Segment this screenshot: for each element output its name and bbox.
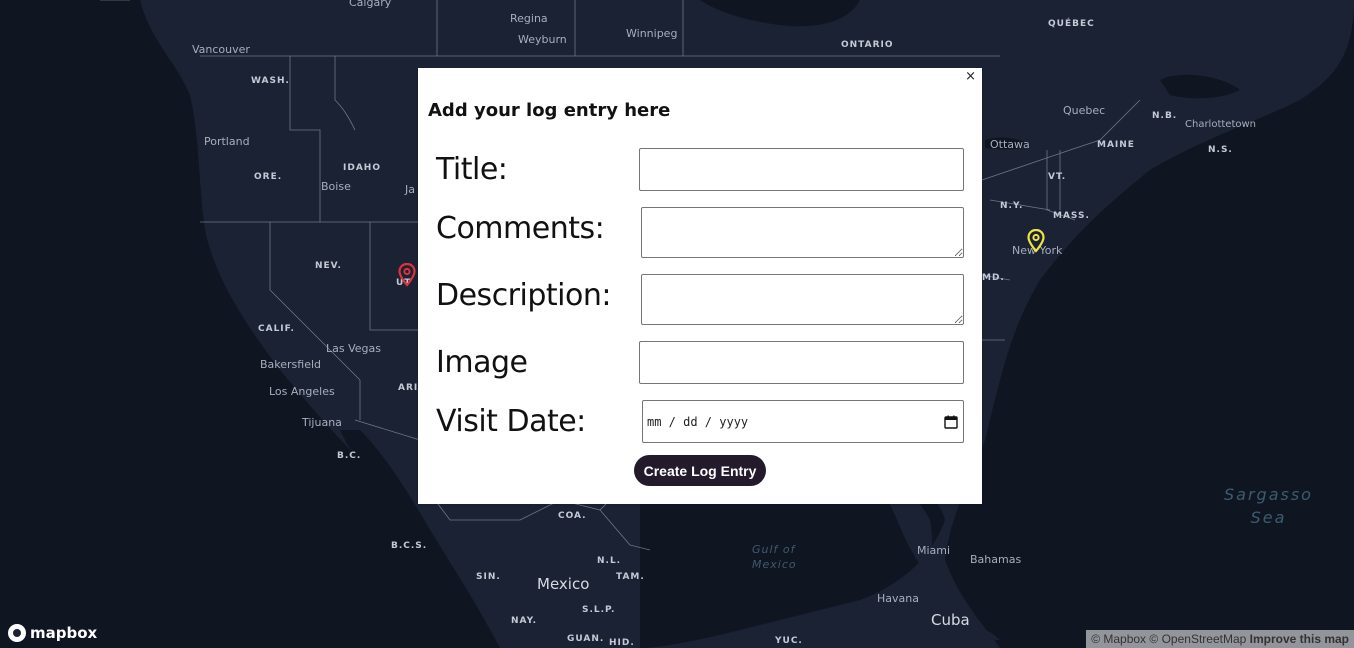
title-input[interactable] [639,148,964,191]
map-label-coa: COA. [558,511,587,521]
map-label-sin: SIN. [476,572,501,582]
map-label-bakersfield: Bakersfield [260,358,322,371]
comments-label: Comments: [436,211,605,246]
visit-date-placeholder: mm / dd / yyyy [647,414,749,429]
close-icon[interactable]: × [965,69,976,84]
title-label: Title: [436,152,508,187]
map-label-los-angeles: Los Angeles [269,385,335,398]
map-label-bcs: B.C.S. [391,541,428,551]
map-label-maine: MAINE [1097,140,1135,150]
map-label-yuc: YUC. [775,636,803,646]
map-label-ns: N.S. [1208,145,1233,155]
map-label-guan: GUAN. [567,634,605,644]
log-entry-popup: × Add your log entry here Title: Comment… [418,68,982,504]
attribution-mapbox-link[interactable]: © Mapbox [1091,632,1146,646]
map-label-nay: NAY. [511,616,538,626]
map-label-weyburn: Weyburn [518,33,567,46]
map-label-quebec-city: Quebec [1063,104,1106,117]
mapbox-logo-text: mapbox [30,624,98,642]
map-label-nev: NEV. [315,261,342,271]
map-label-idaho: IDAHO [343,163,381,173]
map-label-cuba: Cuba [931,611,970,629]
map-label-quebec-region: QUÉBEC [1048,19,1095,29]
map-label-ottawa: Ottawa [990,138,1030,151]
comments-textarea[interactable] [641,207,964,258]
improve-map-link[interactable]: Improve this map [1250,632,1349,646]
image-label: Image [436,345,528,380]
map-label-mexico: Mexico [537,575,590,593]
map-label-ny: N.Y. [1000,201,1024,211]
map-label-las-vegas: Las Vegas [326,342,381,355]
map-label-vancouver: Vancouver [192,43,250,56]
map-label-nl: N.L. [597,556,622,566]
map-label-gulf-of-mexico: Gulf of Mexico [752,543,797,571]
map-label-tijuana: Tijuana [302,416,342,429]
map-pin-icon[interactable] [1027,229,1045,253]
map-label-ore: ORE. [254,172,283,182]
map-label-sargasso-sea: Sargasso Sea [1224,485,1313,527]
map-label-havana: Havana [877,592,919,605]
map-label-nb: N.B. [1152,111,1178,121]
map-label-ontario: ONTARIO [841,40,894,50]
map-label-charlottetown: Charlottetown [1185,119,1257,130]
map-label-wash: WASH. [251,76,290,86]
map-label-hid: HID. [609,638,635,648]
map-label-ja: Ja [405,183,415,196]
map-pin-icon[interactable] [398,263,416,287]
mapbox-logo[interactable]: mapbox [8,624,97,642]
map-label-portland: Portland [204,135,250,148]
map-label-md: MD. [982,273,1005,283]
calendar-icon[interactable] [944,415,958,429]
popup-title: Add your log entry here [428,100,671,121]
map-label-ari: ARI [398,383,419,393]
description-label: Description: [436,278,611,313]
map-label-tam: TAM. [616,572,645,582]
description-textarea[interactable] [641,274,964,325]
map-label-calif: CALIF. [258,324,295,334]
map-label-miami: Miami [917,544,951,557]
map-label-slp: S.L.P. [582,605,616,615]
map-label-regina: Regina [510,12,548,25]
map-label-bahamas: Bahamas [970,553,1022,566]
image-input[interactable] [639,341,964,384]
map-label-winnipeg: Winnipeg [626,27,678,40]
map-label-mass: MASS. [1053,211,1090,221]
visit-date-label: Visit Date: [436,404,586,439]
map-label-vt: VT. [1048,172,1067,182]
map-attribution: © Mapbox © OpenStreetMap Improve this ma… [1086,630,1354,648]
map-label-bc: B.C. [337,451,362,461]
map-label-calgary: Calgary [349,0,392,9]
visit-date-input[interactable]: mm / dd / yyyy [642,400,964,443]
map-label-boise: Boise [321,180,351,193]
create-log-entry-button[interactable]: Create Log Entry [634,455,766,486]
mapbox-logo-icon [8,624,26,642]
attribution-osm-link[interactable]: © OpenStreetMap [1149,632,1246,646]
